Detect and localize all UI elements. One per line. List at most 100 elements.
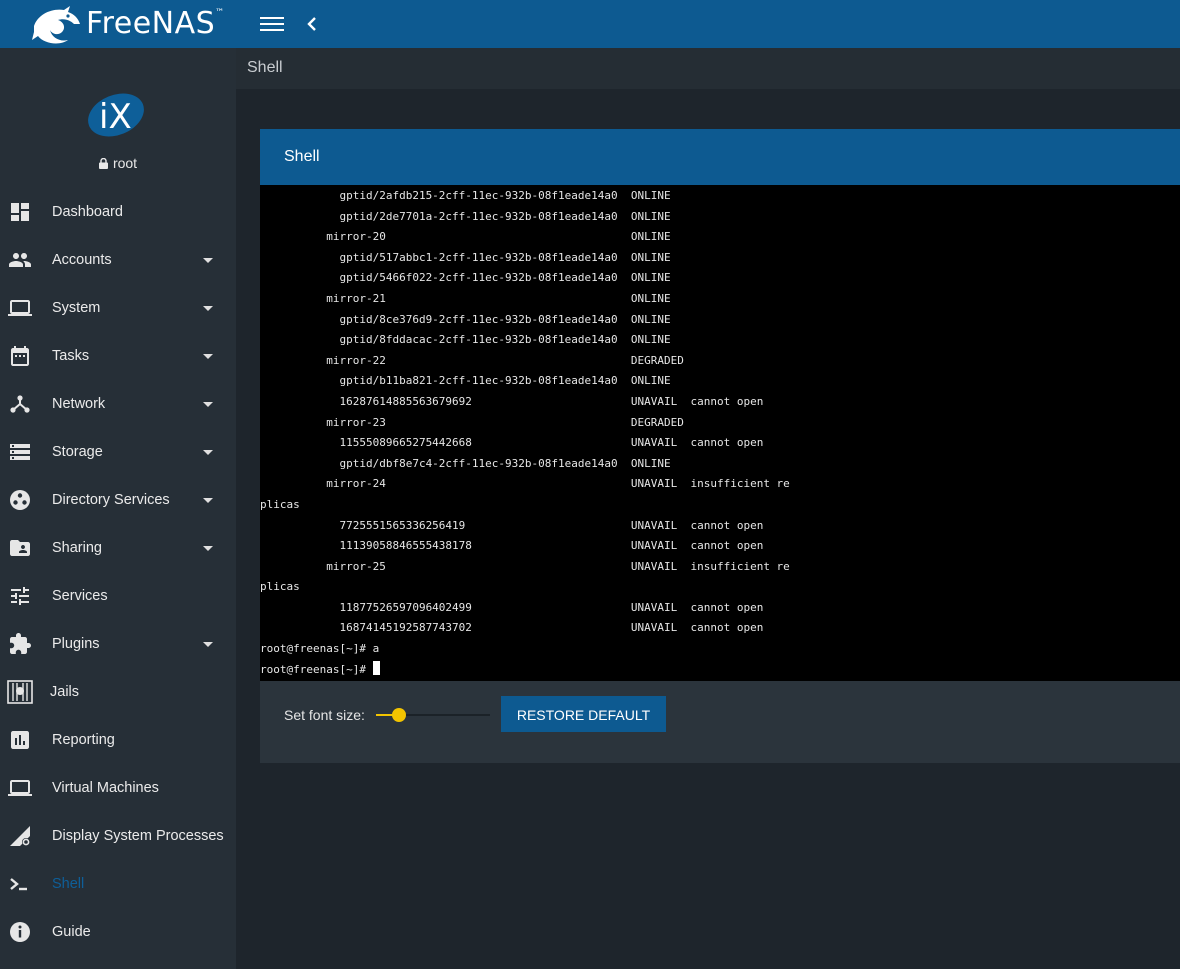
terminal-line: 16874145192587743702 UNAVAIL cannot open xyxy=(260,621,764,635)
laptop-icon xyxy=(8,300,32,316)
terminal-line: gptid/5466f022-2cff-11ec-932b-08f1eade14… xyxy=(260,271,671,285)
terminal-line: root@freenas[~]# xyxy=(260,662,373,676)
terminal-line: 16287614885563679692 UNAVAIL cannot open xyxy=(260,394,764,408)
sidebar-item-network[interactable]: Network xyxy=(0,380,236,428)
sidebar-item-shell[interactable]: Shell xyxy=(0,860,236,908)
font-size-label: Set font size: xyxy=(284,707,365,723)
terminal-line: gptid/517abbc1-2cff-11ec-932b-08f1eade14… xyxy=(260,250,671,264)
terminal-line: gptid/dbf8e7c4-2cff-11ec-932b-08f1eade14… xyxy=(260,456,671,470)
caret-down-icon xyxy=(203,258,213,263)
sidebar-item-jails[interactable]: Jails xyxy=(0,668,236,716)
sidebar-item-label: Reporting xyxy=(52,732,115,748)
shell-controls: Set font size: RESTORE DEFAULT xyxy=(260,681,1180,763)
terminal-line: mirror-22 DEGRADED xyxy=(260,353,684,367)
caret-down-icon xyxy=(203,354,213,359)
terminal-line: plicas xyxy=(260,580,300,594)
tune-icon xyxy=(11,587,29,605)
caret-down-icon xyxy=(203,498,213,503)
font-size-slider[interactable] xyxy=(376,701,490,729)
caret-down-icon xyxy=(203,402,213,407)
calendar-icon xyxy=(11,346,29,366)
directory-icon xyxy=(10,490,30,510)
sidebar-item-label: Plugins xyxy=(52,636,100,652)
terminal-cursor xyxy=(372,660,380,675)
svg-text:iX: iX xyxy=(99,97,132,137)
puzzle-icon xyxy=(10,633,31,654)
sidebar-item-storage[interactable]: Storage xyxy=(0,428,236,476)
sidebar-item-label: Virtual Machines xyxy=(52,780,159,796)
sidebar-item-label: Sharing xyxy=(52,540,102,556)
chevron-left-icon[interactable] xyxy=(302,12,322,36)
terminal-line: mirror-25 UNAVAIL insufficient re xyxy=(260,559,790,573)
sidebar: iX root Dashboard Accounts System Tasks xyxy=(0,48,236,969)
storage-icon xyxy=(10,444,30,460)
page-title: Shell xyxy=(247,59,283,76)
caret-down-icon xyxy=(203,450,213,455)
sidebar-item-services[interactable]: Services xyxy=(0,572,236,620)
network-icon xyxy=(10,395,30,413)
user-info: root xyxy=(0,155,236,171)
sidebar-item-display-system-processes[interactable]: Display System Processes xyxy=(0,812,236,860)
sidebar-item-reporting[interactable]: Reporting xyxy=(0,716,236,764)
sidebar-item-label: Shell xyxy=(52,876,85,892)
card-title: Shell xyxy=(284,148,320,165)
chart-icon xyxy=(11,731,29,749)
sidebar-item-label: Services xyxy=(52,588,108,604)
breadcrumb: Shell xyxy=(236,48,1180,89)
sidebar-item-label: Jails xyxy=(50,684,80,700)
sidebar-item-sharing[interactable]: Sharing xyxy=(0,524,236,572)
sidebar-item-system[interactable]: System xyxy=(0,284,236,332)
sidebar-item-directory-services[interactable]: Directory Services xyxy=(0,476,236,524)
terminal-line: plicas xyxy=(260,497,300,511)
terminal-line: 11139058846555438178 UNAVAIL cannot open xyxy=(260,539,764,553)
jail-icon xyxy=(7,680,33,704)
sidebar-item-label: Dashboard xyxy=(52,204,123,220)
brand-name: FreeNAS™ xyxy=(86,6,225,41)
terminal-line: gptid/b11ba821-2cff-11ec-932b-08f1eade14… xyxy=(260,374,671,388)
terminal-line: gptid/8fddacac-2cff-11ec-932b-08f1eade14… xyxy=(260,333,671,347)
username: root xyxy=(112,155,138,171)
sidebar-item-plugins[interactable]: Plugins xyxy=(0,620,236,668)
menu-toggle-icon[interactable] xyxy=(260,14,284,34)
terminal-line: gptid/8ce376d9-2cff-11ec-932b-08f1eade14… xyxy=(260,312,671,326)
sidebar-item-label: Guide xyxy=(52,924,91,940)
slider-thumb[interactable] xyxy=(392,708,406,722)
brand-logo[interactable]: FreeNAS™ xyxy=(0,0,236,49)
dashboard-icon xyxy=(11,203,29,221)
sidebar-nav: Dashboard Accounts System Tasks Network … xyxy=(0,188,236,956)
freenas-shark-icon xyxy=(32,6,80,44)
caret-down-icon xyxy=(203,642,213,647)
caret-down-icon xyxy=(203,306,213,311)
terminal-line: root@freenas[~]# a xyxy=(260,642,380,656)
caret-down-icon xyxy=(203,546,213,551)
terminal-line: mirror-20 ONLINE xyxy=(260,230,671,244)
sidebar-item-label: Tasks xyxy=(52,348,90,364)
terminal-line: gptid/2afdb215-2cff-11ec-932b-08f1eade14… xyxy=(260,189,671,202)
sidebar-item-tasks[interactable]: Tasks xyxy=(0,332,236,380)
card-header: Shell xyxy=(260,129,1180,185)
terminal-output: gptid/2afdb215-2cff-11ec-932b-08f1eade14… xyxy=(260,186,790,680)
terminal-line: gptid/2de7701a-2cff-11ec-932b-08f1eade14… xyxy=(260,209,671,223)
sidebar-item-guide[interactable]: Guide xyxy=(0,908,236,956)
terminal-icon xyxy=(10,878,27,891)
lock-icon xyxy=(98,158,108,169)
sidebar-item-label: System xyxy=(52,300,101,316)
terminal-line: mirror-24 UNAVAIL insufficient re xyxy=(260,477,790,491)
terminal[interactable]: gptid/2afdb215-2cff-11ec-932b-08f1eade14… xyxy=(260,185,1180,681)
terminal-line: mirror-23 DEGRADED xyxy=(260,415,684,429)
shell-card: Shell gptid/2afdb215-2cff-11ec-932b-08f1… xyxy=(260,129,1180,763)
restore-default-button[interactable]: RESTORE DEFAULT xyxy=(501,696,666,732)
terminal-line: mirror-21 ONLINE xyxy=(260,291,671,305)
computer-icon xyxy=(8,780,32,796)
processes-icon xyxy=(10,826,30,846)
ix-logo-icon: iX xyxy=(88,93,144,137)
sidebar-item-label: Network xyxy=(52,396,106,412)
sidebar-item-accounts[interactable]: Accounts xyxy=(0,236,236,284)
info-icon xyxy=(10,922,30,942)
sidebar-item-virtual-machines[interactable]: Virtual Machines xyxy=(0,764,236,812)
sidebar-item-label: Storage xyxy=(52,444,103,460)
terminal-line: 11877526597096402499 UNAVAIL cannot open xyxy=(260,600,764,614)
sidebar-item-label: Accounts xyxy=(52,252,112,268)
sidebar-item-label: Display System Processes xyxy=(52,828,224,844)
sidebar-item-dashboard[interactable]: Dashboard xyxy=(0,188,236,236)
